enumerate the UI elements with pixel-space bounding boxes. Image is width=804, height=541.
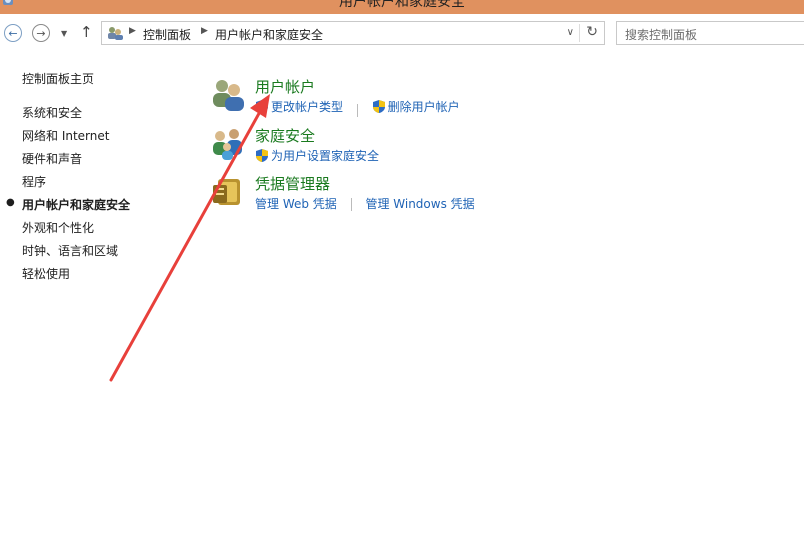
sidebar-item-system-security[interactable]: 系统和安全 bbox=[22, 104, 82, 121]
sidebar-item-programs[interactable]: 程序 bbox=[22, 173, 46, 190]
breadcrumb-current[interactable]: 用户帐户和家庭安全 bbox=[215, 26, 323, 43]
breadcrumb-control-panel[interactable]: 控制面板 bbox=[143, 26, 191, 43]
category-title-user-accounts[interactable]: 用户帐户 bbox=[255, 76, 315, 97]
credential-manager-icon bbox=[213, 179, 240, 205]
category-links: 为用户设置家庭安全 bbox=[255, 147, 379, 166]
family-safety-icon bbox=[213, 129, 242, 160]
category-links: 管理 Web 凭据 管理 Windows 凭据 bbox=[255, 195, 475, 212]
recent-locations-chevron-down-icon[interactable]: ▼ bbox=[61, 29, 67, 38]
sidebar-item-user-accounts[interactable]: 用户帐户和家庭安全 bbox=[22, 196, 130, 213]
breadcrumb-separator-icon[interactable]: ▶ bbox=[129, 26, 136, 36]
link-divider bbox=[350, 198, 352, 211]
change-account-type-link[interactable]: 更改帐户类型 bbox=[255, 98, 343, 115]
category-title-credential-manager[interactable]: 凭据管理器 bbox=[255, 173, 330, 194]
shield-icon bbox=[372, 100, 385, 113]
sidebar-item-appearance[interactable]: 外观和个性化 bbox=[22, 219, 94, 236]
manage-windows-credentials-link[interactable]: 管理 Windows 凭据 bbox=[365, 195, 474, 212]
user-accounts-icon bbox=[213, 80, 244, 111]
back-button[interactable]: ← bbox=[4, 24, 22, 42]
title-bar: 用户帐户和家庭安全 bbox=[0, 0, 804, 14]
category-title-family-safety[interactable]: 家庭安全 bbox=[255, 125, 315, 146]
setup-family-safety-link[interactable]: 为用户设置家庭安全 bbox=[255, 147, 379, 164]
search-placeholder: 搜索控制面板 bbox=[625, 28, 698, 42]
control-panel-icon bbox=[108, 27, 123, 40]
breadcrumb-separator-icon[interactable]: ▶ bbox=[201, 26, 208, 36]
divider bbox=[579, 24, 580, 42]
sidebar-item-ease-of-access[interactable]: 轻松使用 bbox=[22, 265, 70, 282]
back-arrow-icon: ← bbox=[8, 26, 18, 40]
navigation-bar: ← → ▼ ↑ ▶ 控制面板 ▶ 用户帐户和家庭安全 ∨ ↻ 搜索控制面板 bbox=[0, 14, 804, 52]
search-input[interactable]: 搜索控制面板 bbox=[616, 21, 804, 45]
category-links: 更改帐户类型 删除用户帐户 bbox=[255, 98, 460, 117]
refresh-icon[interactable]: ↻ bbox=[586, 24, 598, 40]
annotation-arrow bbox=[109, 94, 270, 382]
remove-user-accounts-link[interactable]: 删除用户帐户 bbox=[372, 98, 460, 115]
address-bar[interactable]: ▶ 控制面板 ▶ 用户帐户和家庭安全 ∨ ↻ bbox=[101, 21, 605, 45]
forward-button[interactable]: → bbox=[32, 24, 50, 42]
chevron-down-icon[interactable]: ∨ bbox=[567, 27, 574, 38]
forward-arrow-icon: → bbox=[36, 26, 46, 40]
sidebar-item-network[interactable]: 网络和 Internet bbox=[22, 127, 109, 144]
sidebar-item-hardware[interactable]: 硬件和声音 bbox=[22, 150, 82, 167]
link-divider bbox=[356, 104, 358, 117]
shield-icon bbox=[256, 149, 268, 162]
up-arrow-icon[interactable]: ↑ bbox=[80, 23, 93, 41]
manage-web-credentials-link[interactable]: 管理 Web 凭据 bbox=[255, 195, 337, 212]
window-title: 用户帐户和家庭安全 bbox=[339, 0, 465, 10]
active-bullet-icon: ● bbox=[6, 197, 15, 208]
shield-icon bbox=[256, 100, 268, 113]
sidebar-item-clock-region[interactable]: 时钟、语言和区域 bbox=[22, 242, 118, 259]
sidebar-home-link[interactable]: 控制面板主页 bbox=[22, 70, 94, 87]
